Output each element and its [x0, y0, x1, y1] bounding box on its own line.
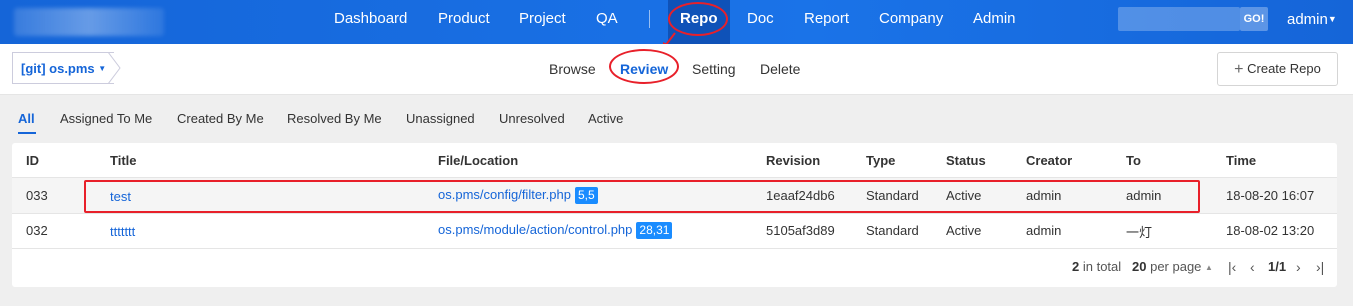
table-divider [12, 248, 1337, 249]
col-header-file[interactable]: File/Location [438, 153, 518, 168]
search-input[interactable] [1118, 7, 1240, 31]
file-link[interactable]: os.pms/module/action/control.php [438, 222, 632, 237]
pager-total: 2 in total [1072, 259, 1121, 274]
tab-created-by-me[interactable]: Created By Me [177, 111, 264, 127]
subnav-browse[interactable]: Browse [549, 60, 596, 78]
create-repo-label: Create Repo [1247, 61, 1321, 76]
active-tab-indicator [18, 132, 36, 134]
nav-separator [649, 10, 650, 28]
col-header-time[interactable]: Time [1226, 153, 1256, 168]
user-menu[interactable]: admin▼ [1287, 0, 1337, 39]
cell-revision: 5105af3d89 [766, 223, 835, 238]
subnav-delete[interactable]: Delete [760, 60, 800, 78]
nav-item-product[interactable]: Product [438, 0, 490, 44]
nav-item-report[interactable]: Report [804, 0, 849, 44]
pager-total-count: 2 [1072, 259, 1080, 274]
cell-title-link[interactable]: ttttttt [110, 224, 135, 239]
caret-down-icon: ▼ [98, 64, 107, 73]
subnav-setting[interactable]: Setting [692, 60, 736, 78]
col-header-type[interactable]: Type [866, 153, 895, 168]
prev-page-icon[interactable]: ‹ [1250, 259, 1255, 275]
per-page-suffix: per page [1150, 259, 1202, 274]
page-indicator: 1/1 [1268, 259, 1287, 274]
user-menu-label: admin [1287, 11, 1328, 28]
nav-item-doc[interactable]: Doc [747, 0, 774, 44]
annotation-circle-review [609, 49, 679, 84]
tab-unresolved[interactable]: Unresolved [499, 111, 565, 127]
col-header-revision[interactable]: Revision [766, 153, 820, 168]
tab-unassigned[interactable]: Unassigned [406, 111, 475, 127]
col-header-title[interactable]: Title [110, 153, 137, 168]
col-header-creator[interactable]: Creator [1026, 153, 1072, 168]
cell-id: 033 [26, 188, 48, 203]
cell-type: Standard [866, 223, 919, 238]
cell-time: 18-08-20 16:07 [1226, 188, 1315, 203]
tab-all[interactable]: All [18, 111, 35, 127]
search-go-button[interactable]: GO! [1240, 7, 1268, 31]
caret-down-icon: ▼ [1327, 14, 1337, 24]
tab-active[interactable]: Active [588, 111, 623, 127]
cell-id: 032 [26, 223, 48, 238]
tab-resolved-by-me[interactable]: Resolved By Me [287, 111, 382, 127]
next-page-icon[interactable]: › [1296, 259, 1301, 275]
breadcrumb-arrow-icon [108, 52, 121, 84]
per-page-value: 20 [1132, 259, 1147, 274]
table-divider [12, 213, 1337, 214]
col-header-status[interactable]: Status [946, 153, 986, 168]
nav-item-project[interactable]: Project [519, 0, 566, 44]
cell-creator: admin [1026, 223, 1062, 238]
nav-item-admin[interactable]: Admin [973, 0, 1016, 44]
last-page-icon[interactable]: ›| [1316, 259, 1324, 275]
first-page-icon[interactable]: |‹ [1228, 259, 1236, 275]
repo-switcher-label: [git] os.pms [21, 61, 95, 76]
cell-file: os.pms/module/action/control.php 28,31 [438, 222, 673, 239]
tab-assigned-to-me[interactable]: Assigned To Me [60, 111, 152, 127]
pager-total-suffix: in total [1082, 259, 1122, 274]
per-page-select[interactable]: 20 per page ▲ [1132, 259, 1213, 274]
caret-up-icon: ▲ [1205, 263, 1213, 272]
nav-item-qa[interactable]: QA [596, 0, 618, 44]
logo[interactable] [14, 8, 164, 36]
cell-status: Active [946, 223, 982, 238]
annotation-row-highlight [84, 180, 1200, 213]
cell-to: 一灯 [1126, 225, 1153, 240]
col-header-to[interactable]: To [1126, 153, 1141, 168]
location-badge: 28,31 [636, 222, 673, 239]
nav-item-company[interactable]: Company [879, 0, 943, 44]
repo-switcher[interactable]: [git] os.pms ▼ [12, 52, 115, 84]
plus-icon: + [1234, 61, 1244, 78]
cell-time: 18-08-02 13:20 [1226, 223, 1315, 238]
nav-item-dashboard[interactable]: Dashboard [334, 0, 407, 44]
create-repo-button[interactable]: + Create Repo [1217, 52, 1338, 86]
col-header-id[interactable]: ID [26, 153, 39, 168]
